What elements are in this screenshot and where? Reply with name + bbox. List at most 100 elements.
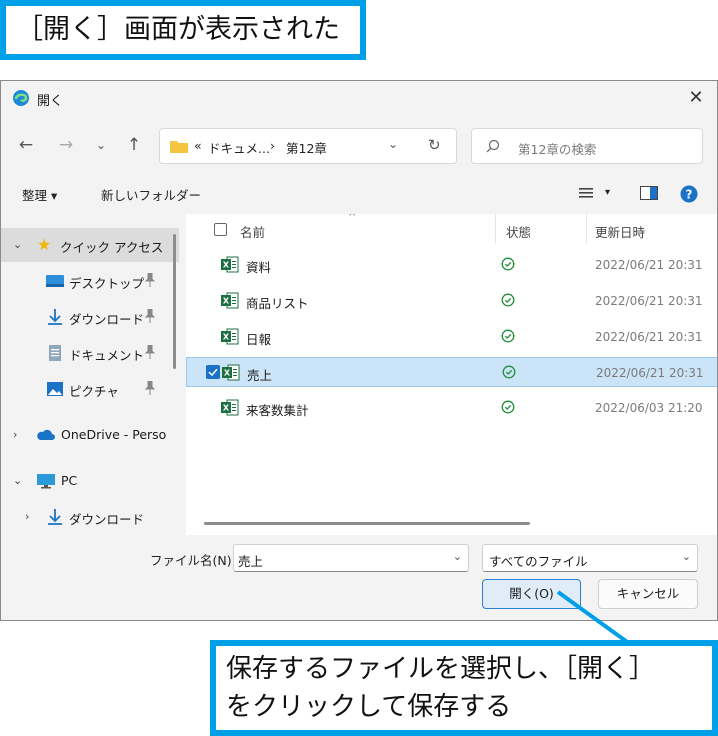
up-button[interactable]: ↑ bbox=[122, 133, 146, 157]
horizontal-scrollbar[interactable] bbox=[204, 522, 530, 525]
breadcrumb-separator: › bbox=[270, 138, 275, 153]
command-bar: 整理 ▾ 新しいフォルダー ▾ ? bbox=[1, 177, 717, 211]
refresh-icon[interactable]: ↻ bbox=[428, 136, 441, 154]
excel-file-icon: X bbox=[221, 399, 239, 416]
svg-text:X: X bbox=[223, 404, 230, 413]
document-icon bbox=[49, 345, 61, 361]
edge-app-icon bbox=[13, 90, 29, 106]
file-modified: 2022/06/21 20:31 bbox=[595, 330, 703, 344]
close-button[interactable]: ✕ bbox=[685, 87, 707, 109]
caption-bottom-line2: をクリックして保存する bbox=[226, 692, 512, 722]
forward-button[interactable]: → bbox=[54, 133, 78, 157]
new-folder-button[interactable]: 新しいフォルダー bbox=[101, 185, 201, 204]
synced-status-icon bbox=[501, 257, 515, 271]
pin-icon bbox=[144, 309, 156, 323]
column-header-status[interactable]: 状態 bbox=[506, 222, 531, 241]
organize-button[interactable]: 整理 ▾ bbox=[22, 185, 57, 204]
breadcrumb-chapter12[interactable]: 第12章 bbox=[286, 138, 327, 157]
file-name: 日報 bbox=[246, 332, 272, 347]
preview-pane-icon[interactable] bbox=[640, 186, 658, 200]
file-row[interactable]: X 日報 2022/06/21 20:31 bbox=[186, 322, 717, 352]
cancel-button[interactable]: キャンセル bbox=[598, 579, 698, 609]
file-name-input[interactable]: 売上 ⌄ bbox=[233, 544, 469, 572]
file-name-label: ファイル名(N): bbox=[150, 553, 236, 568]
file-type-select[interactable]: すべてのファイル ⌄ bbox=[482, 544, 698, 572]
star-icon: ★ bbox=[37, 235, 52, 254]
title-bar: 開く ✕ bbox=[1, 81, 717, 115]
nav-item-pictures[interactable]: ピクチャ bbox=[1, 372, 179, 406]
nav-label: ピクチャ bbox=[69, 384, 119, 399]
address-dropdown-icon[interactable]: ⌄ bbox=[388, 137, 398, 151]
recent-locations-button[interactable]: ⌄ bbox=[89, 133, 113, 157]
breadcrumb-documents[interactable]: ドキュメ... bbox=[208, 138, 270, 157]
nav-item-onedrive[interactable]: › OneDrive - Perso bbox=[1, 418, 179, 452]
file-modified: 2022/06/03 21:20 bbox=[595, 401, 703, 415]
file-modified: 2022/06/21 20:31 bbox=[596, 366, 704, 380]
column-divider[interactable] bbox=[586, 214, 587, 244]
file-name: 売上 bbox=[247, 368, 273, 383]
collapse-icon[interactable]: ⌄ bbox=[13, 474, 22, 487]
nav-scrollbar[interactable] bbox=[173, 234, 176, 369]
svg-text:?: ? bbox=[686, 188, 693, 202]
synced-status-icon bbox=[501, 400, 515, 414]
column-divider[interactable] bbox=[495, 214, 496, 244]
file-row[interactable]: X 資料 2022/06/21 20:31 bbox=[186, 250, 717, 280]
nav-label: OneDrive - Perso bbox=[61, 427, 167, 442]
nav-item-quick-access[interactable]: ⌄ ★ クイック アクセス bbox=[1, 228, 179, 262]
navigation-bar: ← → ⌄ ↑ « ドキュメ... › 第12章 ⌄ ↻ 第12章の検索 bbox=[1, 121, 717, 169]
expand-icon[interactable]: › bbox=[13, 428, 17, 441]
cloud-icon bbox=[37, 429, 55, 440]
excel-file-icon: X bbox=[222, 364, 240, 381]
nav-label: デスクトップ bbox=[69, 276, 145, 291]
svg-text:X: X bbox=[223, 297, 230, 306]
column-header-modified[interactable]: 更新日時 bbox=[595, 222, 645, 241]
file-row-selected[interactable]: X 売上 2022/06/21 20:31 bbox=[186, 357, 717, 387]
view-dropdown-icon[interactable]: ▾ bbox=[605, 187, 610, 198]
pin-icon bbox=[144, 273, 156, 287]
select-all-checkbox[interactable] bbox=[214, 223, 227, 236]
chevron-down-icon[interactable]: ⌄ bbox=[682, 550, 691, 563]
file-modified: 2022/06/21 20:31 bbox=[595, 294, 703, 308]
address-bar[interactable]: « ドキュメ... › 第12章 ⌄ ↻ bbox=[159, 128, 457, 164]
dialog-title: 開く bbox=[37, 94, 64, 109]
caption-top: ［開く］画面が表示された bbox=[0, 0, 366, 60]
excel-file-icon: X bbox=[221, 328, 239, 345]
back-button[interactable]: ← bbox=[14, 133, 38, 157]
collapse-icon[interactable]: ⌄ bbox=[13, 238, 22, 251]
expand-icon[interactable]: › bbox=[25, 510, 29, 523]
file-list: ^ 名前 状態 更新日時 X 資料 2022/06/21 20:31 X 商品リ… bbox=[186, 214, 717, 535]
nav-label: ドキュメント bbox=[69, 348, 145, 363]
file-row[interactable]: X 来客数集計 2022/06/03 21:20 bbox=[186, 393, 717, 423]
synced-status-icon bbox=[501, 293, 515, 307]
nav-item-pc-downloads[interactable]: › ダウンロード bbox=[1, 500, 179, 534]
nav-label: クイック アクセス bbox=[60, 240, 164, 255]
download-icon bbox=[48, 509, 62, 525]
nav-item-documents[interactable]: ドキュメント bbox=[1, 336, 179, 370]
column-header-name[interactable]: 名前 bbox=[240, 222, 265, 241]
svg-text:X: X bbox=[223, 261, 230, 270]
nav-label: ダウンロード bbox=[69, 512, 145, 527]
nav-item-desktop[interactable]: デスクトップ bbox=[1, 264, 179, 298]
file-name-value: 売上 bbox=[238, 554, 264, 569]
caption-bottom-text: 保存するファイルを選択し、［開く］ をクリックして保存する bbox=[216, 646, 712, 730]
nav-item-pc[interactable]: ⌄ PC bbox=[1, 464, 179, 498]
address-ellipsis[interactable]: « bbox=[194, 138, 202, 153]
nav-item-downloads[interactable]: ダウンロード bbox=[1, 300, 179, 334]
open-button[interactable]: 開く(O) bbox=[482, 579, 581, 609]
help-icon[interactable]: ? bbox=[680, 185, 698, 203]
nav-label: ダウンロード bbox=[69, 312, 145, 327]
search-placeholder: 第12章の検索 bbox=[518, 142, 597, 157]
pin-icon bbox=[144, 381, 156, 395]
chevron-down-icon[interactable]: ⌄ bbox=[453, 550, 462, 563]
search-box[interactable]: 第12章の検索 bbox=[471, 128, 703, 164]
row-checkbox-checked[interactable] bbox=[206, 365, 220, 379]
file-name: 来客数集計 bbox=[246, 403, 309, 418]
view-options-icon[interactable] bbox=[579, 187, 593, 199]
file-modified: 2022/06/21 20:31 bbox=[595, 258, 703, 272]
file-name: 商品リスト bbox=[246, 296, 309, 311]
file-type-value: すべてのファイル bbox=[489, 554, 588, 569]
file-row[interactable]: X 商品リスト 2022/06/21 20:31 bbox=[186, 286, 717, 316]
svg-text:X: X bbox=[223, 333, 230, 342]
desktop-icon bbox=[46, 275, 64, 287]
caption-bottom-line1: 保存するファイルを選択し、［開く］ bbox=[226, 654, 656, 684]
